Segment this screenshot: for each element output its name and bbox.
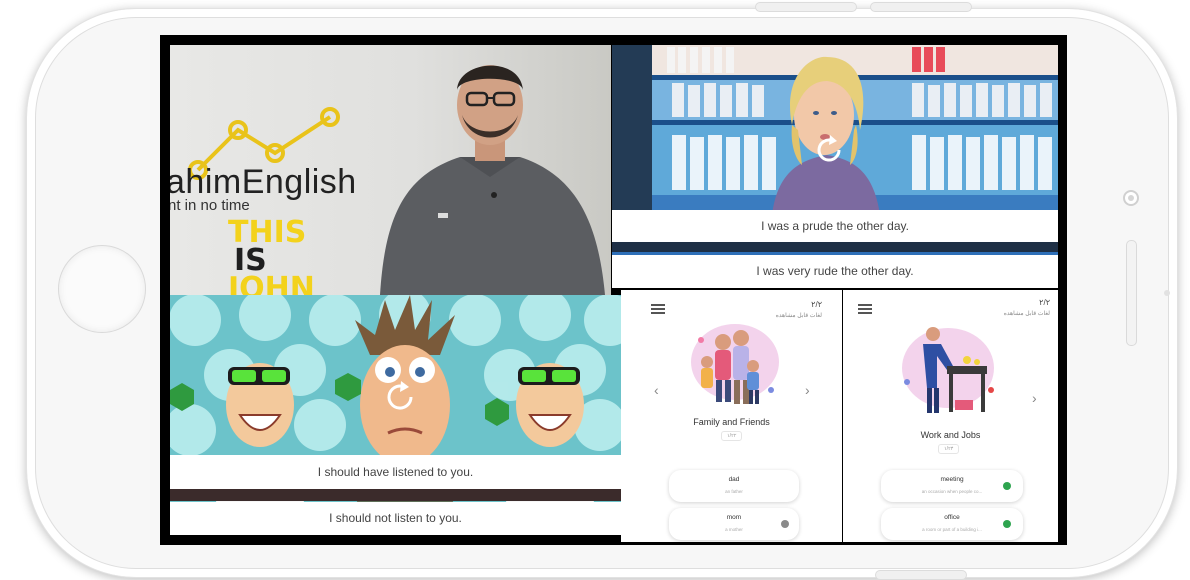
presenter-figure <box>380 65 605 295</box>
caption-option-1[interactable]: I should have listened to you. <box>170 455 621 489</box>
family-illustration <box>691 324 779 404</box>
replay-icon[interactable] <box>382 379 418 415</box>
brand-subtext: nt in no time <box>170 197 250 214</box>
word-definition: a room or part of a building i... <box>922 527 982 532</box>
app-screen-work: ۲/۲ لغات قابل مشاهده › Work and Jobs ۱/۲… <box>843 290 1058 542</box>
front-camera <box>1123 190 1139 206</box>
caption-option-2[interactable]: I should not listen to you. <box>170 502 621 535</box>
app-screen-family: ۲/۲ لغات قابل مشاهده ‹ › Family and Frie… <box>621 290 842 542</box>
title-line-3: JOHN <box>228 271 315 295</box>
volume-down-button <box>870 2 972 12</box>
page-indicator: ۲/۲ <box>1039 298 1050 307</box>
word-card[interactable]: mom a mother <box>669 508 799 540</box>
menu-icon[interactable] <box>858 304 872 314</box>
caption-divider <box>612 242 1058 252</box>
replay-icon[interactable] <box>812 133 846 167</box>
chevron-right-icon[interactable]: › <box>1032 390 1037 406</box>
shield-icon[interactable] <box>781 520 789 528</box>
shield-icon[interactable] <box>1003 482 1011 490</box>
caption-divider <box>170 489 621 501</box>
speaker-grille <box>1126 240 1137 346</box>
chevron-right-icon[interactable]: › <box>805 382 810 398</box>
home-button[interactable] <box>58 245 146 333</box>
word-card[interactable]: dad an father <box>669 470 799 502</box>
screen-subtitle: لغات قابل مشاهده <box>1003 311 1050 317</box>
proximity-sensor <box>1164 290 1170 296</box>
word-definition: an father <box>725 489 743 494</box>
chevron-left-icon[interactable]: ‹ <box>654 382 659 398</box>
cartoon-video[interactable]: I should have listened to you. I should … <box>170 295 621 535</box>
page-indicator: ۲/۲ <box>811 300 822 309</box>
word-card[interactable]: office a room or part of a building i... <box>881 508 1023 540</box>
presenter-video[interactable]: ahimEnglish nt in no time THIS IS JOHN <box>170 45 611 295</box>
caption-option-2[interactable]: I was very rude the other day. <box>612 255 1058 288</box>
word-definition: an occasion when people co... <box>921 489 983 494</box>
volume-up-button <box>755 2 857 12</box>
category-title: Family and Friends <box>693 417 770 427</box>
word-card[interactable]: meeting an occasion when people co... <box>881 470 1023 502</box>
phone-screen: ahimEnglish nt in no time THIS IS JOHN I… <box>160 35 1067 545</box>
work-illustration <box>902 327 994 413</box>
caption-option-1[interactable]: I was a prude the other day. <box>612 210 1058 242</box>
screen-subtitle: لغات قابل مشاهده <box>775 313 822 319</box>
shop-video[interactable]: I was a prude the other day. I was very … <box>612 45 1058 288</box>
power-button <box>875 570 967 580</box>
word-text: dad <box>728 476 740 483</box>
word-text: office <box>944 514 960 521</box>
word-text: mom <box>726 514 742 521</box>
menu-icon[interactable] <box>651 304 665 314</box>
category-title: Work and Jobs <box>920 430 981 440</box>
shield-icon[interactable] <box>1003 520 1011 528</box>
word-text: meeting <box>940 476 964 483</box>
category-count-badge: ۱/۲۴ <box>938 444 960 454</box>
category-count-badge: ۱/۲۲ <box>721 431 743 441</box>
word-definition: a mother <box>725 527 743 532</box>
